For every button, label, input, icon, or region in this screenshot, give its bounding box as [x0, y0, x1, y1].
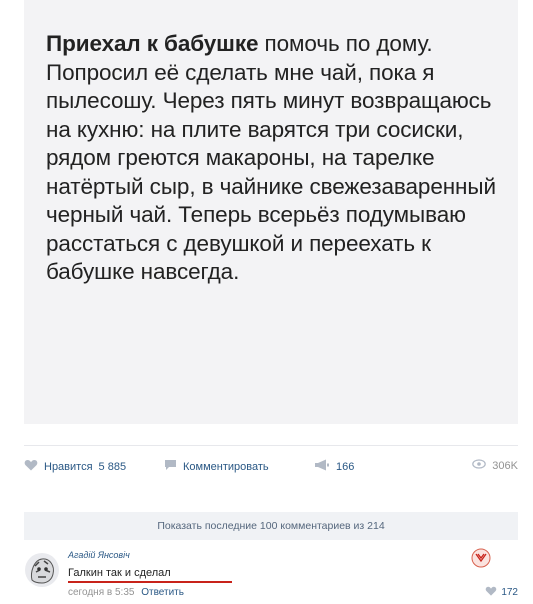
share-count: 166 [336, 460, 355, 473]
post-text-rest: помочь по дому. Попросил её сделать мне … [46, 31, 496, 284]
post-card: Приехал к бабушке помочь по дому. Попрос… [24, 0, 518, 424]
show-more-comments-button[interactable]: Показать последние 100 комментариев из 2… [24, 512, 518, 540]
like-count: 5 885 [98, 460, 127, 473]
comment-like-count: 172 [501, 587, 518, 598]
eye-icon [472, 459, 487, 472]
divider [24, 445, 518, 446]
like-button[interactable]: Нравится 5 885 [24, 459, 126, 474]
comment-underline [68, 581, 232, 583]
avatar[interactable] [24, 552, 60, 588]
like-label: Нравится [44, 460, 93, 473]
views-counter: 306K [472, 459, 518, 472]
heart-icon [24, 459, 38, 474]
post-text: Приехал к бабушке помочь по дому. Попрос… [46, 30, 506, 287]
comment-time: сегодня в 5:35 [68, 587, 135, 598]
post-actions-bar: Нравится 5 885 Комментировать 166 306K [24, 455, 518, 479]
heart-icon [485, 586, 497, 599]
comment-meta: сегодня в 5:35 Ответить [68, 587, 184, 598]
comment-author[interactable]: Агадій Янсовіч [68, 550, 130, 560]
post-text-bold: Приехал к бабушке [46, 31, 259, 56]
comment-text: Галкин так и сделал [68, 567, 171, 579]
share-button[interactable]: 166 [314, 459, 354, 474]
comment-button[interactable]: Комментировать [164, 459, 269, 474]
comment-like-button[interactable]: 172 [485, 586, 518, 599]
comment-item: Агадій Янсовіч Галкин так и сделал сегод… [24, 548, 518, 604]
megaphone-icon [314, 459, 330, 474]
shield-badge-icon [471, 548, 491, 568]
reply-button[interactable]: Ответить [141, 587, 184, 598]
comment-icon [164, 459, 177, 474]
comment-label: Комментировать [183, 460, 269, 473]
views-count: 306K [492, 459, 518, 472]
